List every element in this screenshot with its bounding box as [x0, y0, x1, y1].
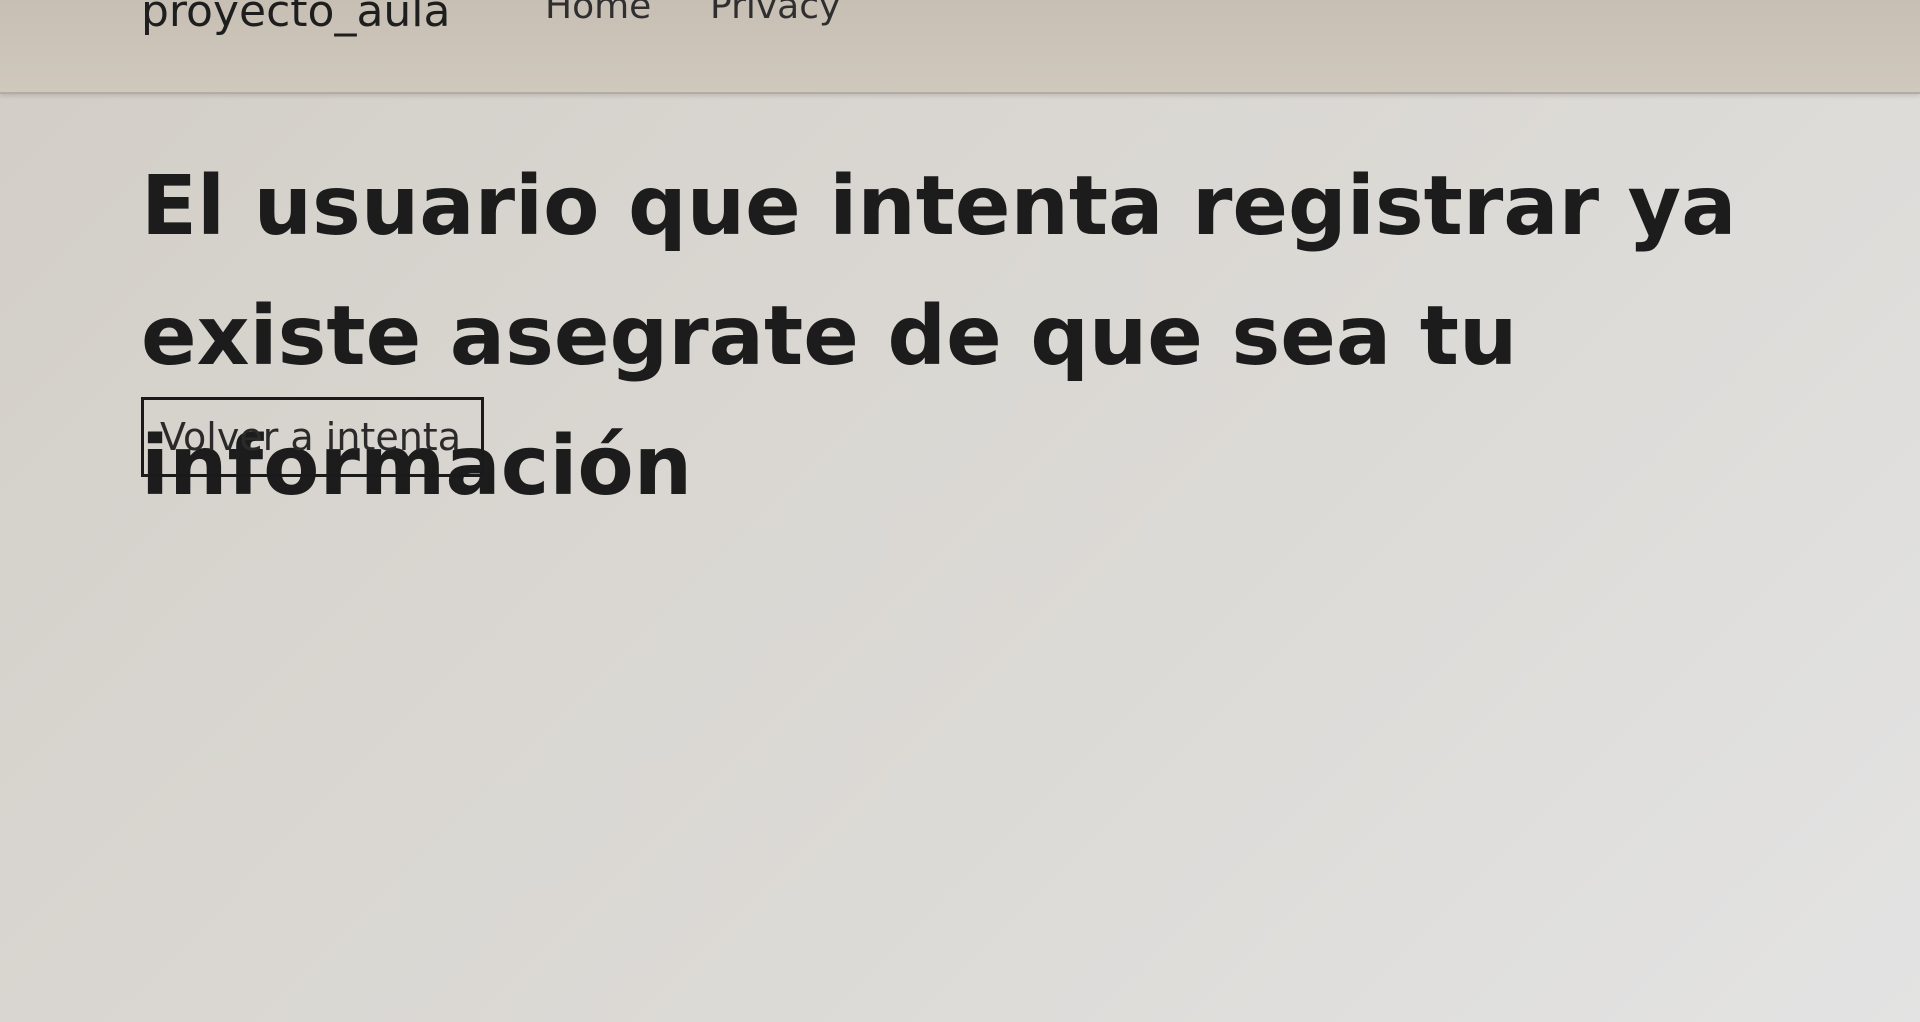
- nav-link-privacy[interactable]: Privacy: [710, 0, 840, 27]
- brand-link[interactable]: proyecto_aula: [141, 0, 450, 37]
- retry-button[interactable]: Volver a intenta: [141, 397, 484, 477]
- nav-link-home[interactable]: Home: [545, 0, 651, 27]
- navbar: proyecto_aula Home Privacy: [0, 0, 1920, 94]
